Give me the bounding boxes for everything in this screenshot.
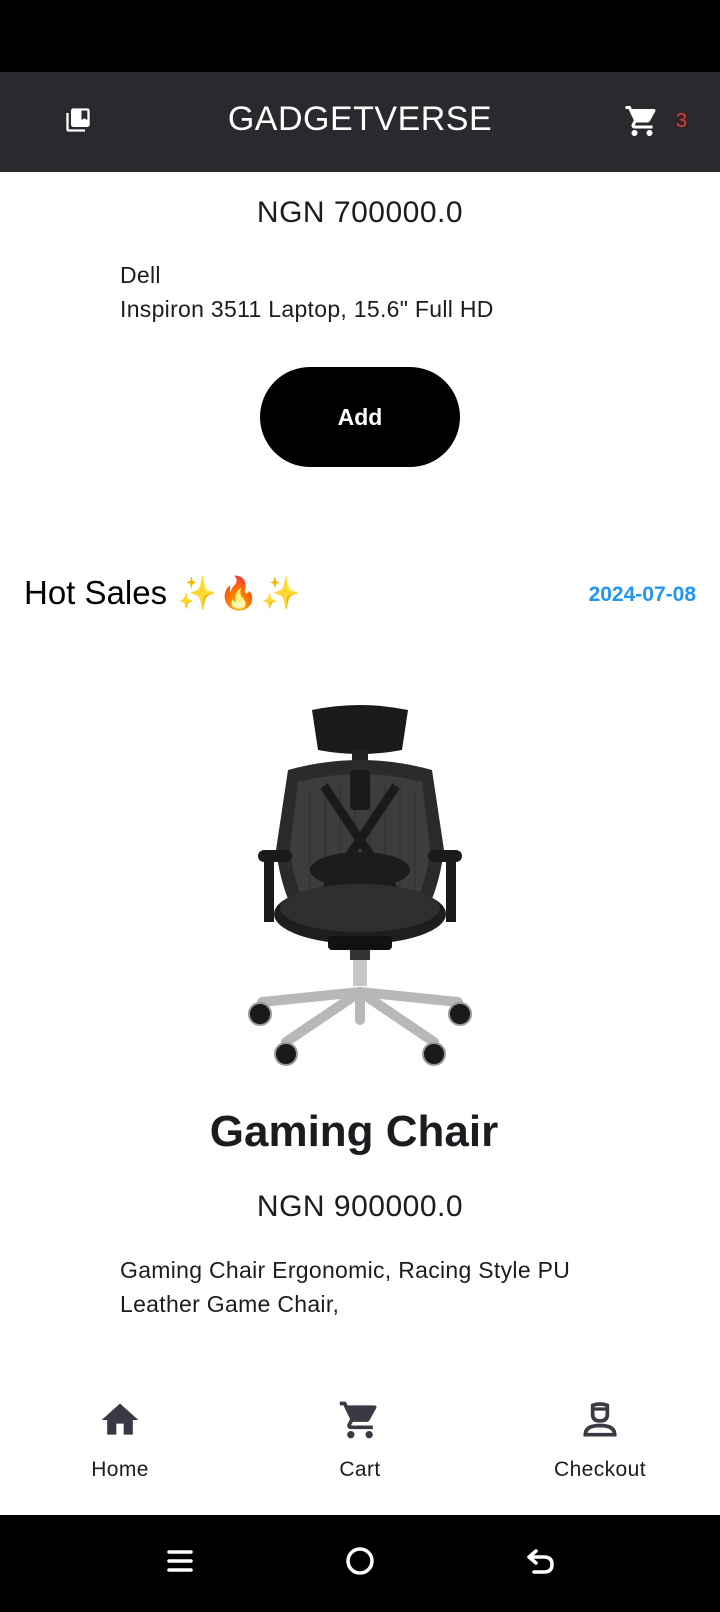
checkout-icon	[576, 1396, 624, 1444]
product-description: Dell Inspiron 3511 Laptop, 15.6" Full HD	[120, 258, 600, 326]
system-navigation-bar	[0, 1515, 720, 1612]
nav-item-cart[interactable]: Cart	[280, 1370, 440, 1515]
featured-description-line-1: Gaming Chair Ergonomic, Racing Style PU	[120, 1257, 571, 1283]
status-bar	[0, 0, 720, 72]
featured-product-description: Gaming Chair Ergonomic, Racing Style PU …	[120, 1253, 600, 1321]
circle-icon	[344, 1545, 376, 1582]
featured-description-line-2: Leather Game Chair,	[120, 1291, 340, 1317]
menu-icon	[164, 1545, 196, 1582]
product-price: NGN 700000.0	[256, 196, 464, 229]
back-button[interactable]	[516, 1539, 564, 1587]
sparkle-fire-emoji: ✨🔥✨	[177, 575, 303, 611]
cart-icon	[336, 1396, 384, 1444]
home-icon	[96, 1396, 144, 1444]
section-title: Hot Sales ✨🔥✨	[24, 574, 303, 612]
nav-item-home[interactable]: Home	[40, 1370, 200, 1515]
cart-button[interactable]	[620, 102, 664, 144]
featured-product-price: NGN 900000.0	[256, 1190, 464, 1223]
nav-label-checkout: Checkout	[554, 1458, 646, 1481]
app-bar: GADGETVERSE 3	[0, 72, 720, 172]
gaming-chair-image[interactable]	[240, 700, 480, 1086]
nav-label-home: Home	[91, 1458, 149, 1481]
nav-item-checkout[interactable]: Checkout	[520, 1370, 680, 1515]
cart-count-badge: 3	[676, 110, 688, 132]
add-to-cart-button[interactable]: Add	[260, 367, 460, 467]
product-model: Inspiron 3511 Laptop, 15.6" Full HD	[120, 296, 494, 322]
section-title-text: Hot Sales	[24, 574, 168, 611]
back-arrow-icon	[524, 1545, 556, 1582]
recent-apps-button[interactable]	[156, 1539, 204, 1587]
nav-label-cart: Cart	[339, 1458, 381, 1481]
home-system-button[interactable]	[336, 1539, 384, 1587]
app-title: GADGETVERSE	[227, 100, 493, 138]
product-name: Gaming Chair	[209, 1107, 499, 1156]
section-date: 2024-07-08	[588, 583, 696, 606]
product-brand: Dell	[120, 262, 161, 288]
bottom-navigation: Home Cart Checkout	[0, 1370, 720, 1515]
cart-icon	[624, 103, 660, 144]
